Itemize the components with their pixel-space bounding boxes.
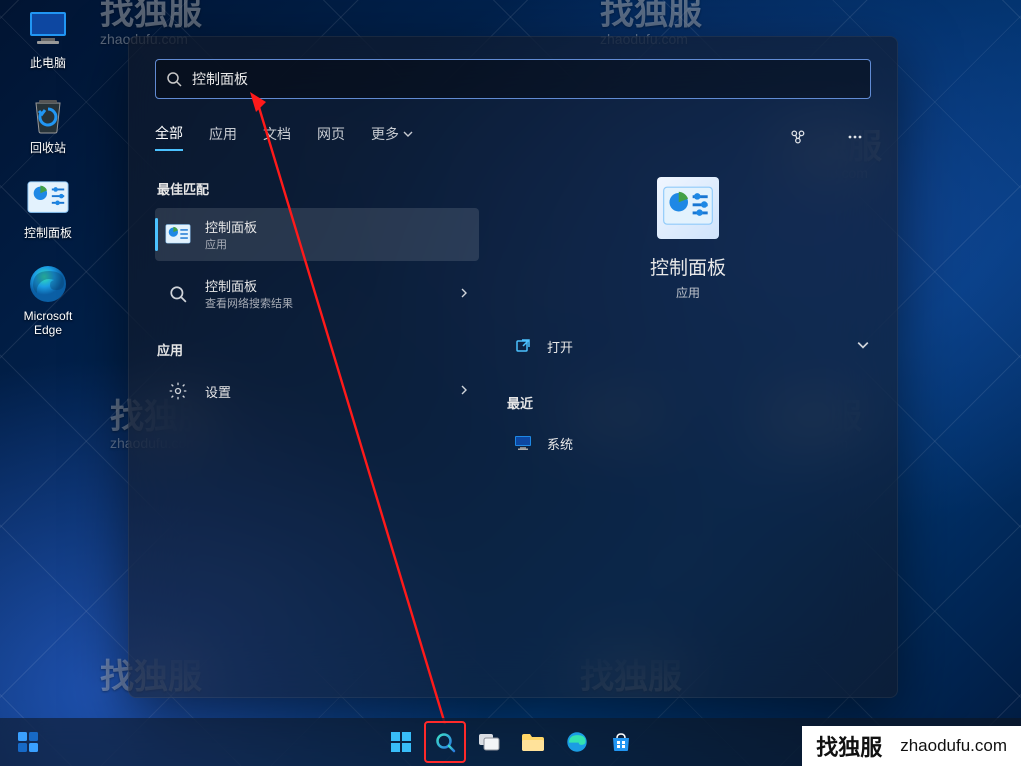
icon-label: 回收站 <box>30 139 66 156</box>
credit-url: zhaodufu.com <box>900 736 1007 756</box>
search-button[interactable] <box>425 722 465 762</box>
preview-title: 控制面板 <box>650 253 726 280</box>
tab-apps[interactable]: 应用 <box>209 124 237 150</box>
result-title: 控制面板 <box>205 276 293 295</box>
search-input[interactable] <box>192 71 860 87</box>
tab-web[interactable]: 网页 <box>317 124 345 150</box>
preview-pane: 控制面板 应用 打开 最近 系统 <box>487 169 871 681</box>
credit-bar: 找独服 zhaodufu.com <box>802 726 1021 766</box>
widgets-button[interactable] <box>8 722 48 762</box>
result-control-panel[interactable]: 控制面板应用 <box>155 208 479 261</box>
control-panel-icon <box>165 222 191 248</box>
edge-icon <box>27 263 69 305</box>
search-icon <box>165 281 191 307</box>
desktop-icon-edge[interactable]: Microsoft Edge <box>8 263 88 337</box>
file-explorer-button[interactable] <box>513 722 553 762</box>
result-subtitle: 应用 <box>205 236 257 252</box>
icon-label: 控制面板 <box>24 224 72 241</box>
control-panel-icon <box>657 177 719 239</box>
monitor-icon <box>513 433 533 453</box>
desktop: 找独服zhaodufu.com 找独服zhaodufu.com zhaodufu… <box>0 0 1021 766</box>
more-options-icon[interactable] <box>839 121 871 153</box>
control-panel-icon <box>27 178 69 220</box>
search-panel: 全部 应用 文档 网页 更多 最佳匹配 控制面板应用 <box>128 36 898 698</box>
section-best-match: 最佳匹配 <box>157 179 479 198</box>
open-icon <box>513 336 533 356</box>
recent-system[interactable]: 系统 <box>505 422 871 464</box>
recent-label: 系统 <box>547 434 573 453</box>
icon-label: 此电脑 <box>30 54 66 71</box>
edge-button[interactable] <box>557 722 597 762</box>
preview-subtitle: 应用 <box>676 284 700 301</box>
icon-label: Microsoft Edge <box>8 309 88 337</box>
results-list: 最佳匹配 控制面板应用 控制面板查看网络搜索结果 应用 <box>155 169 487 681</box>
result-settings[interactable]: 设置 <box>155 369 479 413</box>
desktop-icon-this-pc[interactable]: 此电脑 <box>8 8 88 71</box>
tab-documents[interactable]: 文档 <box>263 124 291 150</box>
gear-icon <box>165 378 191 404</box>
credit-name: 找独服 <box>816 730 882 762</box>
desktop-icon-recycle-bin[interactable]: 回收站 <box>8 93 88 156</box>
chevron-down-icon[interactable] <box>857 339 869 354</box>
store-button[interactable] <box>601 722 641 762</box>
desktop-icons: 此电脑 回收站 控制面板 Microsoft Edge <box>8 8 88 359</box>
search-icon <box>166 71 182 87</box>
chevron-down-icon <box>403 129 413 139</box>
recycle-icon <box>27 93 69 135</box>
monitor-icon <box>27 8 69 50</box>
result-title: 设置 <box>205 382 231 401</box>
section-recent: 最近 <box>507 393 871 412</box>
result-web-search[interactable]: 控制面板查看网络搜索结果 <box>155 267 479 320</box>
org-search-icon[interactable] <box>781 121 813 153</box>
section-apps: 应用 <box>157 340 479 359</box>
search-box[interactable] <box>155 59 871 99</box>
result-subtitle: 查看网络搜索结果 <box>205 295 293 311</box>
tab-all[interactable]: 全部 <box>155 123 183 151</box>
desktop-icon-control-panel[interactable]: 控制面板 <box>8 178 88 241</box>
tab-more[interactable]: 更多 <box>371 124 413 150</box>
search-tabs: 全部 应用 文档 网页 更多 <box>155 121 871 153</box>
action-open[interactable]: 打开 <box>505 325 871 367</box>
result-title: 控制面板 <box>205 217 257 236</box>
action-label: 打开 <box>547 337 573 356</box>
start-button[interactable] <box>381 722 421 762</box>
chevron-right-icon <box>459 382 469 400</box>
chevron-right-icon <box>459 285 469 303</box>
task-view-button[interactable] <box>469 722 509 762</box>
